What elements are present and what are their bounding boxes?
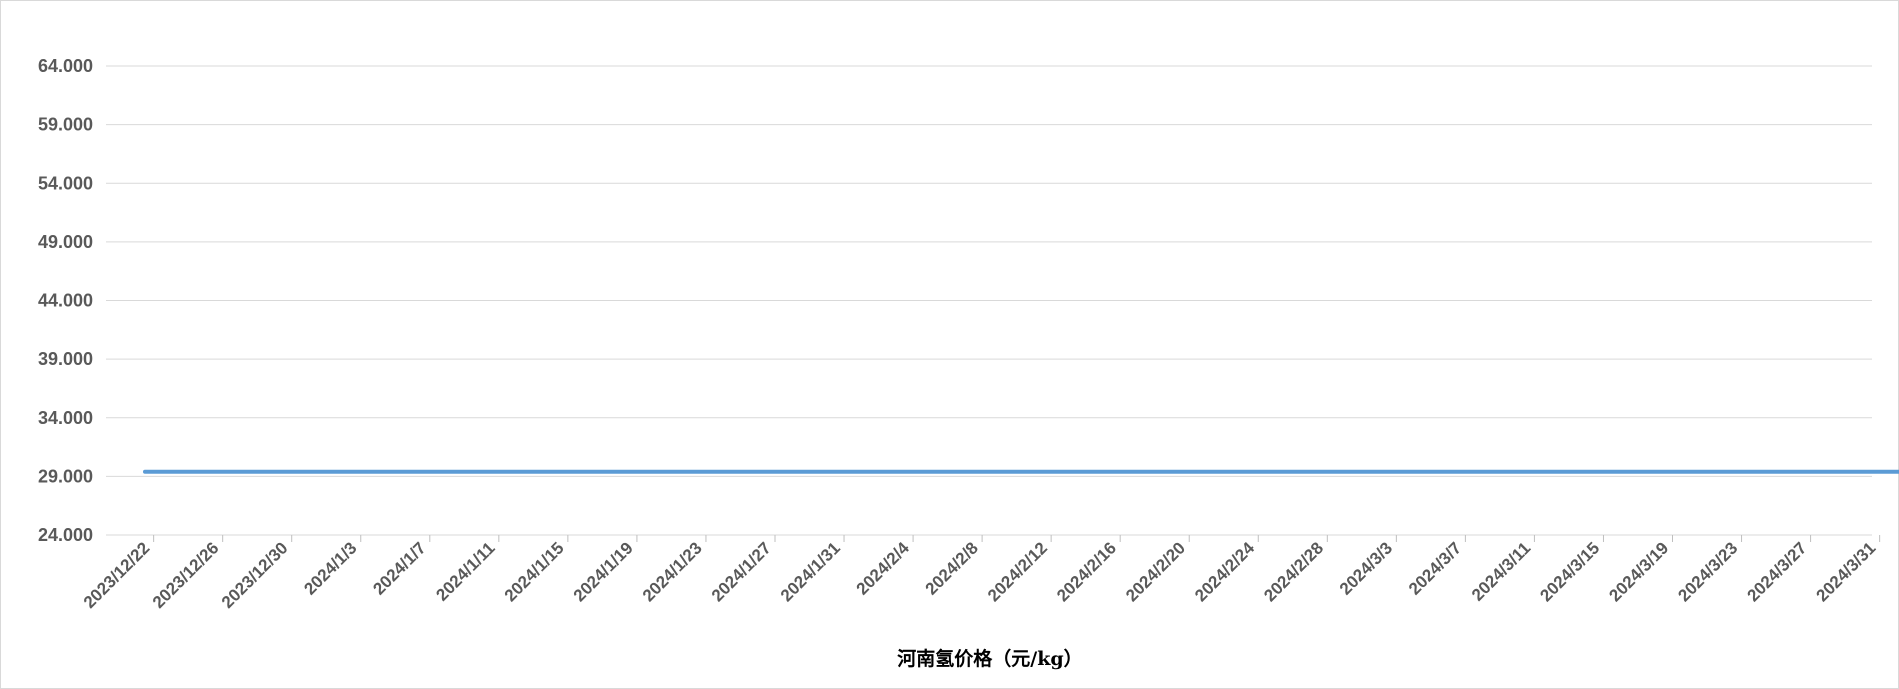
gridlines <box>106 65 1872 477</box>
x-tick-label: 2024/2/24 <box>1191 538 1258 605</box>
y-tick-label: 34.000 <box>38 408 93 428</box>
x-tick-label: 2023/12/26 <box>149 538 223 612</box>
x-tick-label: 2024/1/7 <box>369 538 429 598</box>
y-tick-label: 29.000 <box>38 466 93 486</box>
x-tick-label: 2024/1/15 <box>501 538 568 605</box>
y-axis-ticks: 24.000 29.000 34.000 39.000 44.000 49.000 54.0… <box>38 56 93 545</box>
y-tick-label: 49.000 <box>38 232 93 252</box>
x-tick-label: 2024/1/19 <box>570 538 637 605</box>
x-tick-label: 2024/2/20 <box>1122 538 1189 605</box>
x-tick-label: 2024/1/3 <box>300 538 360 598</box>
x-tick-label: 2024/1/23 <box>639 538 706 605</box>
x-tick-label: 2024/3/11 <box>1468 538 1534 604</box>
line-chart: 24.000 29.000 34.000 39.000 44.000 49.000 54.0… <box>38 56 1899 670</box>
x-tick-label: 2024/1/27 <box>708 538 775 605</box>
x-tick-label: 2023/12/30 <box>218 538 292 612</box>
x-axis: 2023/12/222023/12/262023/12/30 2024/1/3 20… <box>80 534 1881 612</box>
x-tick-label: 2024/3/19 <box>1605 538 1672 605</box>
x-tick-label: 2024/3/15 <box>1536 538 1603 605</box>
x-tick-label: 2024/2/8 <box>922 538 982 598</box>
x-tick-label: 2024/1/11 <box>432 538 498 604</box>
y-tick-label: 24.000 <box>38 525 93 545</box>
y-tick-label: 64.000 <box>38 56 93 76</box>
x-tick-label: 2024/2/12 <box>984 538 1051 605</box>
x-tick-label: 2023/12/22 <box>80 538 154 612</box>
x-axis-label: 河南氢价格（元/kg） <box>897 647 1082 670</box>
x-tick-label: 2024/3/23 <box>1674 538 1741 605</box>
y-tick-label: 54.000 <box>38 173 93 193</box>
x-tick-label: 2024/3/7 <box>1405 538 1465 598</box>
y-tick-label: 59.000 <box>38 115 93 135</box>
x-tick-label: 2024/3/3 <box>1336 538 1396 598</box>
x-tick-label: 2024/3/27 <box>1743 538 1810 605</box>
x-tick-label: 2024/1/31 <box>777 538 844 605</box>
x-tick-label: 2024/2/4 <box>853 538 914 599</box>
x-tick-label: 2024/3/31 <box>1813 538 1880 605</box>
x-tick-label: 2024/2/16 <box>1053 538 1120 605</box>
y-tick-label: 44.000 <box>38 291 93 311</box>
x-tick-label: 2024/2/28 <box>1260 538 1327 605</box>
y-tick-label: 39.000 <box>38 349 93 369</box>
